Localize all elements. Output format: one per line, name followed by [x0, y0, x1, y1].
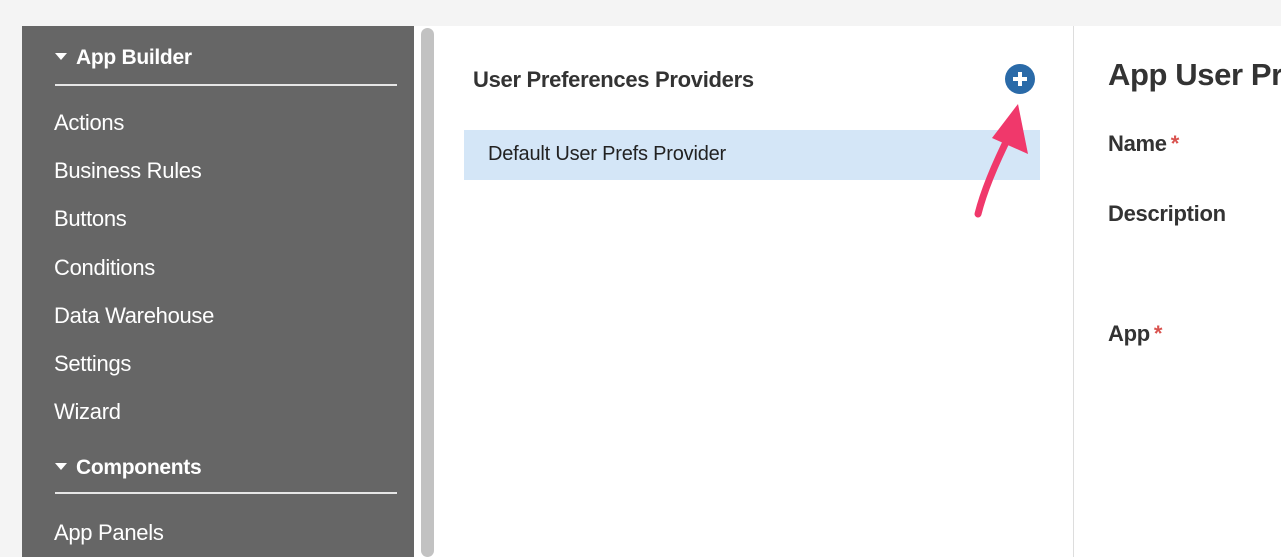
- sidebar-item-data-warehouse[interactable]: Data Warehouse: [54, 303, 214, 329]
- field-label-text: Name: [1108, 131, 1167, 156]
- sidebar-item-buttons[interactable]: Buttons: [54, 206, 127, 232]
- description-field-label: Description: [1108, 201, 1226, 227]
- sidebar-item-actions[interactable]: Actions: [54, 110, 124, 136]
- field-label-text: Description: [1108, 201, 1226, 226]
- annotation-arrow-icon: [974, 104, 1028, 218]
- sidebar-item-business-rules[interactable]: Business Rules: [54, 158, 202, 184]
- field-label-text: App: [1108, 321, 1150, 346]
- name-field-label: Name *: [1108, 131, 1179, 157]
- detail-title: App User Preferences Provider: [1108, 57, 1281, 92]
- sidebar-item-settings[interactable]: Settings: [54, 351, 131, 377]
- panel-title: User Preferences Providers: [473, 67, 754, 92]
- sidebar-item-app-panels[interactable]: App Panels: [54, 520, 164, 546]
- section-label: Components: [76, 456, 202, 479]
- section-header-components[interactable]: Components: [55, 456, 397, 494]
- section-header-app-builder[interactable]: App Builder: [55, 46, 397, 86]
- list-item-label: Default User Prefs Provider: [488, 143, 727, 165]
- detail-panel: App User Preferences Provider Name* Desc…: [1074, 26, 1281, 557]
- sidebar-item-wizard[interactable]: Wizard: [54, 399, 121, 425]
- sidebar: App Builder Actions Business Rules Butto…: [22, 26, 414, 557]
- app-field-label: App *: [1108, 321, 1162, 347]
- required-mark: *: [1170, 131, 1180, 156]
- required-mark: *: [1153, 321, 1163, 346]
- section-label: App Builder: [76, 46, 192, 69]
- sidebar-item-conditions[interactable]: Conditions: [54, 255, 155, 281]
- add-provider-button[interactable]: [1005, 64, 1035, 94]
- sidebar-scrollbar-thumb[interactable]: [421, 28, 434, 557]
- caret-down-icon: [55, 463, 67, 470]
- list-item-selected[interactable]: Default User Prefs Provider: [464, 130, 1040, 180]
- caret-down-icon: [55, 53, 67, 60]
